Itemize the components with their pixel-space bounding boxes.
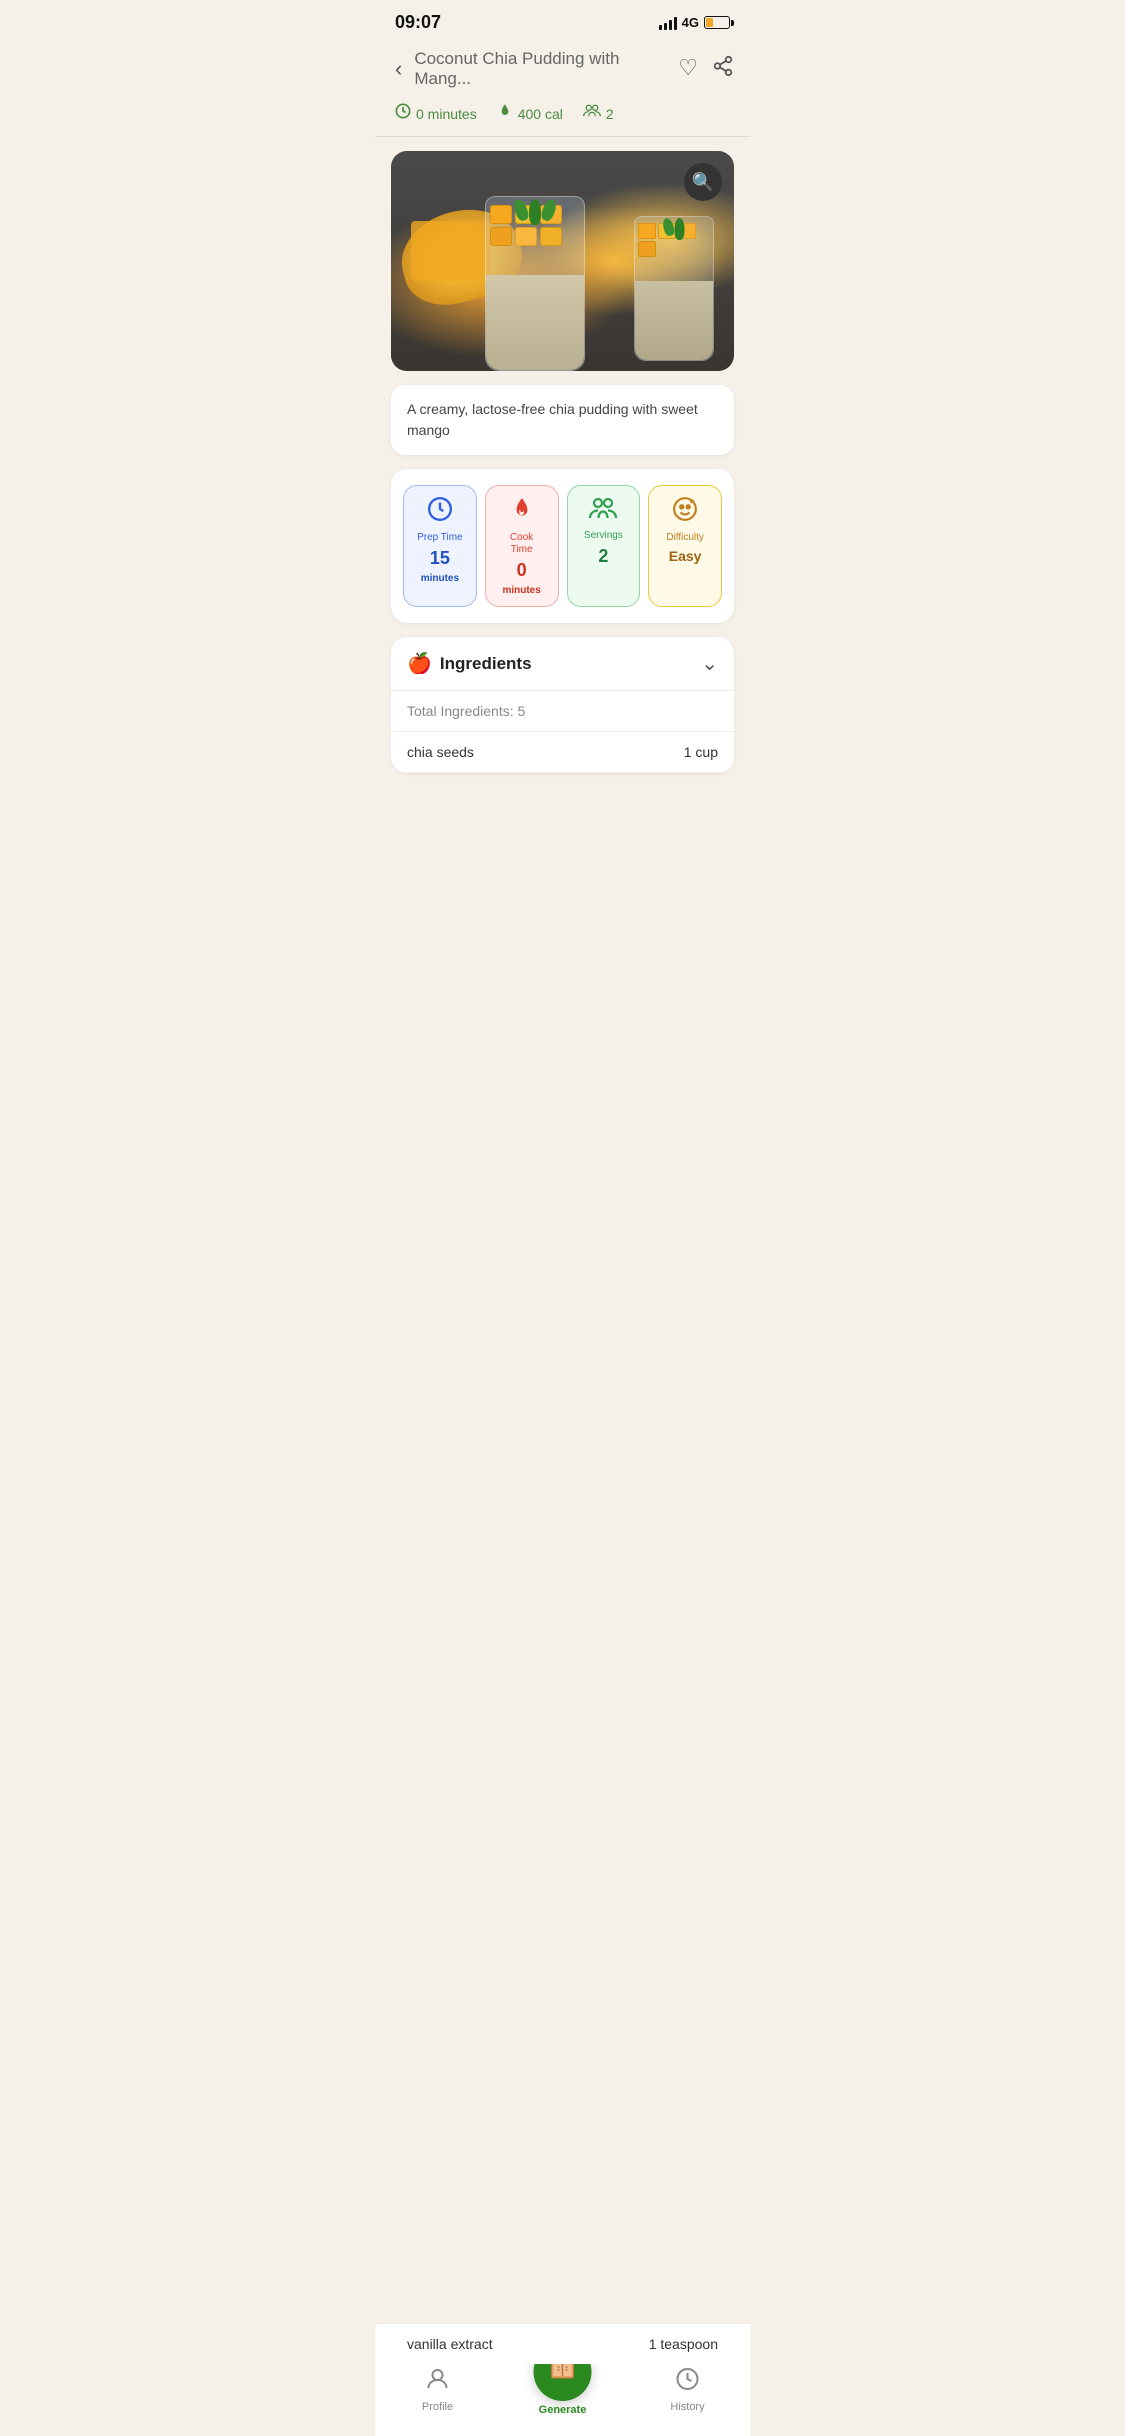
servings-value: 2 (598, 546, 608, 567)
meta-servings-value: 2 (606, 106, 614, 122)
meta-row: 0 minutes 400 cal 2 (375, 99, 750, 136)
people-icon (583, 103, 601, 124)
clock-icon (395, 103, 411, 124)
favorite-icon[interactable]: ♡ (678, 55, 698, 83)
profile-nav-icon (426, 2367, 450, 2398)
ingredient-name-0: chia seeds (407, 744, 474, 760)
nav-generate[interactable]: Generate (500, 2363, 625, 2416)
recipe-image: 🔍 (391, 151, 734, 371)
prep-time-unit: minutes (421, 573, 459, 584)
status-bar: 09:07 4G (375, 0, 750, 41)
bottom-nav: Profile Generate (375, 2354, 750, 2436)
image-search-button[interactable]: 🔍 (684, 163, 722, 201)
ingredient-row: chia seeds 1 cup (391, 732, 734, 773)
meta-calories-value: 400 cal (518, 106, 563, 122)
people-stat-icon (589, 496, 617, 526)
flame-icon (497, 103, 513, 124)
signal-icon (659, 16, 677, 30)
ingredient-amount-0: 1 cup (684, 744, 718, 760)
header: ‹ Coconut Chia Pudding with Mang... ♡ (375, 41, 750, 99)
generate-nav-label: Generate (539, 2404, 587, 2416)
network-label: 4G (682, 15, 699, 30)
meta-time-value: 0 minutes (416, 106, 477, 122)
difficulty-stat-icon (672, 496, 698, 528)
search-icon: 🔍 (692, 172, 714, 193)
stats-grid: Prep Time 15 minutes CookTime 0 minutes (403, 485, 722, 607)
history-nav-icon (676, 2367, 700, 2398)
description-card: A creamy, lactose-free chia pudding with… (391, 385, 734, 455)
chevron-down-icon[interactable]: ⌄ (701, 651, 718, 676)
meta-servings: 2 (583, 103, 614, 124)
ingredients-title: Ingredients (440, 654, 532, 674)
vanilla-ingredient-row: vanilla extract 1 teaspoon (375, 2323, 750, 2364)
flame-stat-icon (509, 496, 535, 528)
nav-history[interactable]: History (625, 2367, 750, 2413)
ingredient-amount-1: 1 teaspoon (649, 2336, 718, 2352)
recipe-image-bg (391, 151, 734, 371)
meta-calories: 400 cal (497, 103, 563, 124)
stat-difficulty: Difficulty Easy (648, 485, 722, 607)
difficulty-label: Difficulty (666, 532, 704, 544)
history-nav-label: History (670, 2401, 704, 2413)
status-time: 09:07 (395, 12, 441, 33)
profile-nav-label: Profile (422, 2401, 453, 2413)
header-icons: ♡ (678, 55, 734, 83)
nav-profile[interactable]: Profile (375, 2367, 500, 2413)
prep-time-value: 15 (430, 548, 450, 569)
share-icon[interactable] (712, 55, 734, 83)
header-divider (375, 136, 750, 137)
stat-cook-time: CookTime 0 minutes (485, 485, 559, 607)
ingredients-title-row: 🍎 Ingredients (407, 651, 532, 676)
prep-time-label: Prep Time (417, 532, 463, 544)
battery-icon (704, 16, 730, 29)
cook-time-label: CookTime (510, 532, 533, 556)
ingredients-icon: 🍎 (407, 651, 432, 676)
back-button[interactable]: ‹ (391, 52, 406, 86)
clock-stat-icon (427, 496, 453, 528)
ingredient-name-1: vanilla extract (407, 2336, 493, 2352)
difficulty-value: Easy (669, 548, 702, 564)
header-left: ‹ Coconut Chia Pudding with Mang... (391, 49, 678, 89)
stat-servings: Servings 2 (567, 485, 641, 607)
stats-container: Prep Time 15 minutes CookTime 0 minutes (391, 469, 734, 623)
ingredients-total: Total Ingredients: 5 (391, 691, 734, 732)
page-title: Coconut Chia Pudding with Mang... (414, 49, 678, 89)
ingredients-header[interactable]: 🍎 Ingredients ⌄ (391, 637, 734, 691)
servings-label: Servings (584, 530, 623, 542)
cook-time-unit: minutes (502, 585, 540, 596)
cook-time-value: 0 (517, 560, 527, 581)
ingredients-section: 🍎 Ingredients ⌄ Total Ingredients: 5 chi… (391, 637, 734, 773)
stat-prep-time: Prep Time 15 minutes (403, 485, 477, 607)
meta-time: 0 minutes (395, 103, 477, 124)
status-right: 4G (659, 15, 730, 30)
description-text: A creamy, lactose-free chia pudding with… (407, 399, 718, 441)
